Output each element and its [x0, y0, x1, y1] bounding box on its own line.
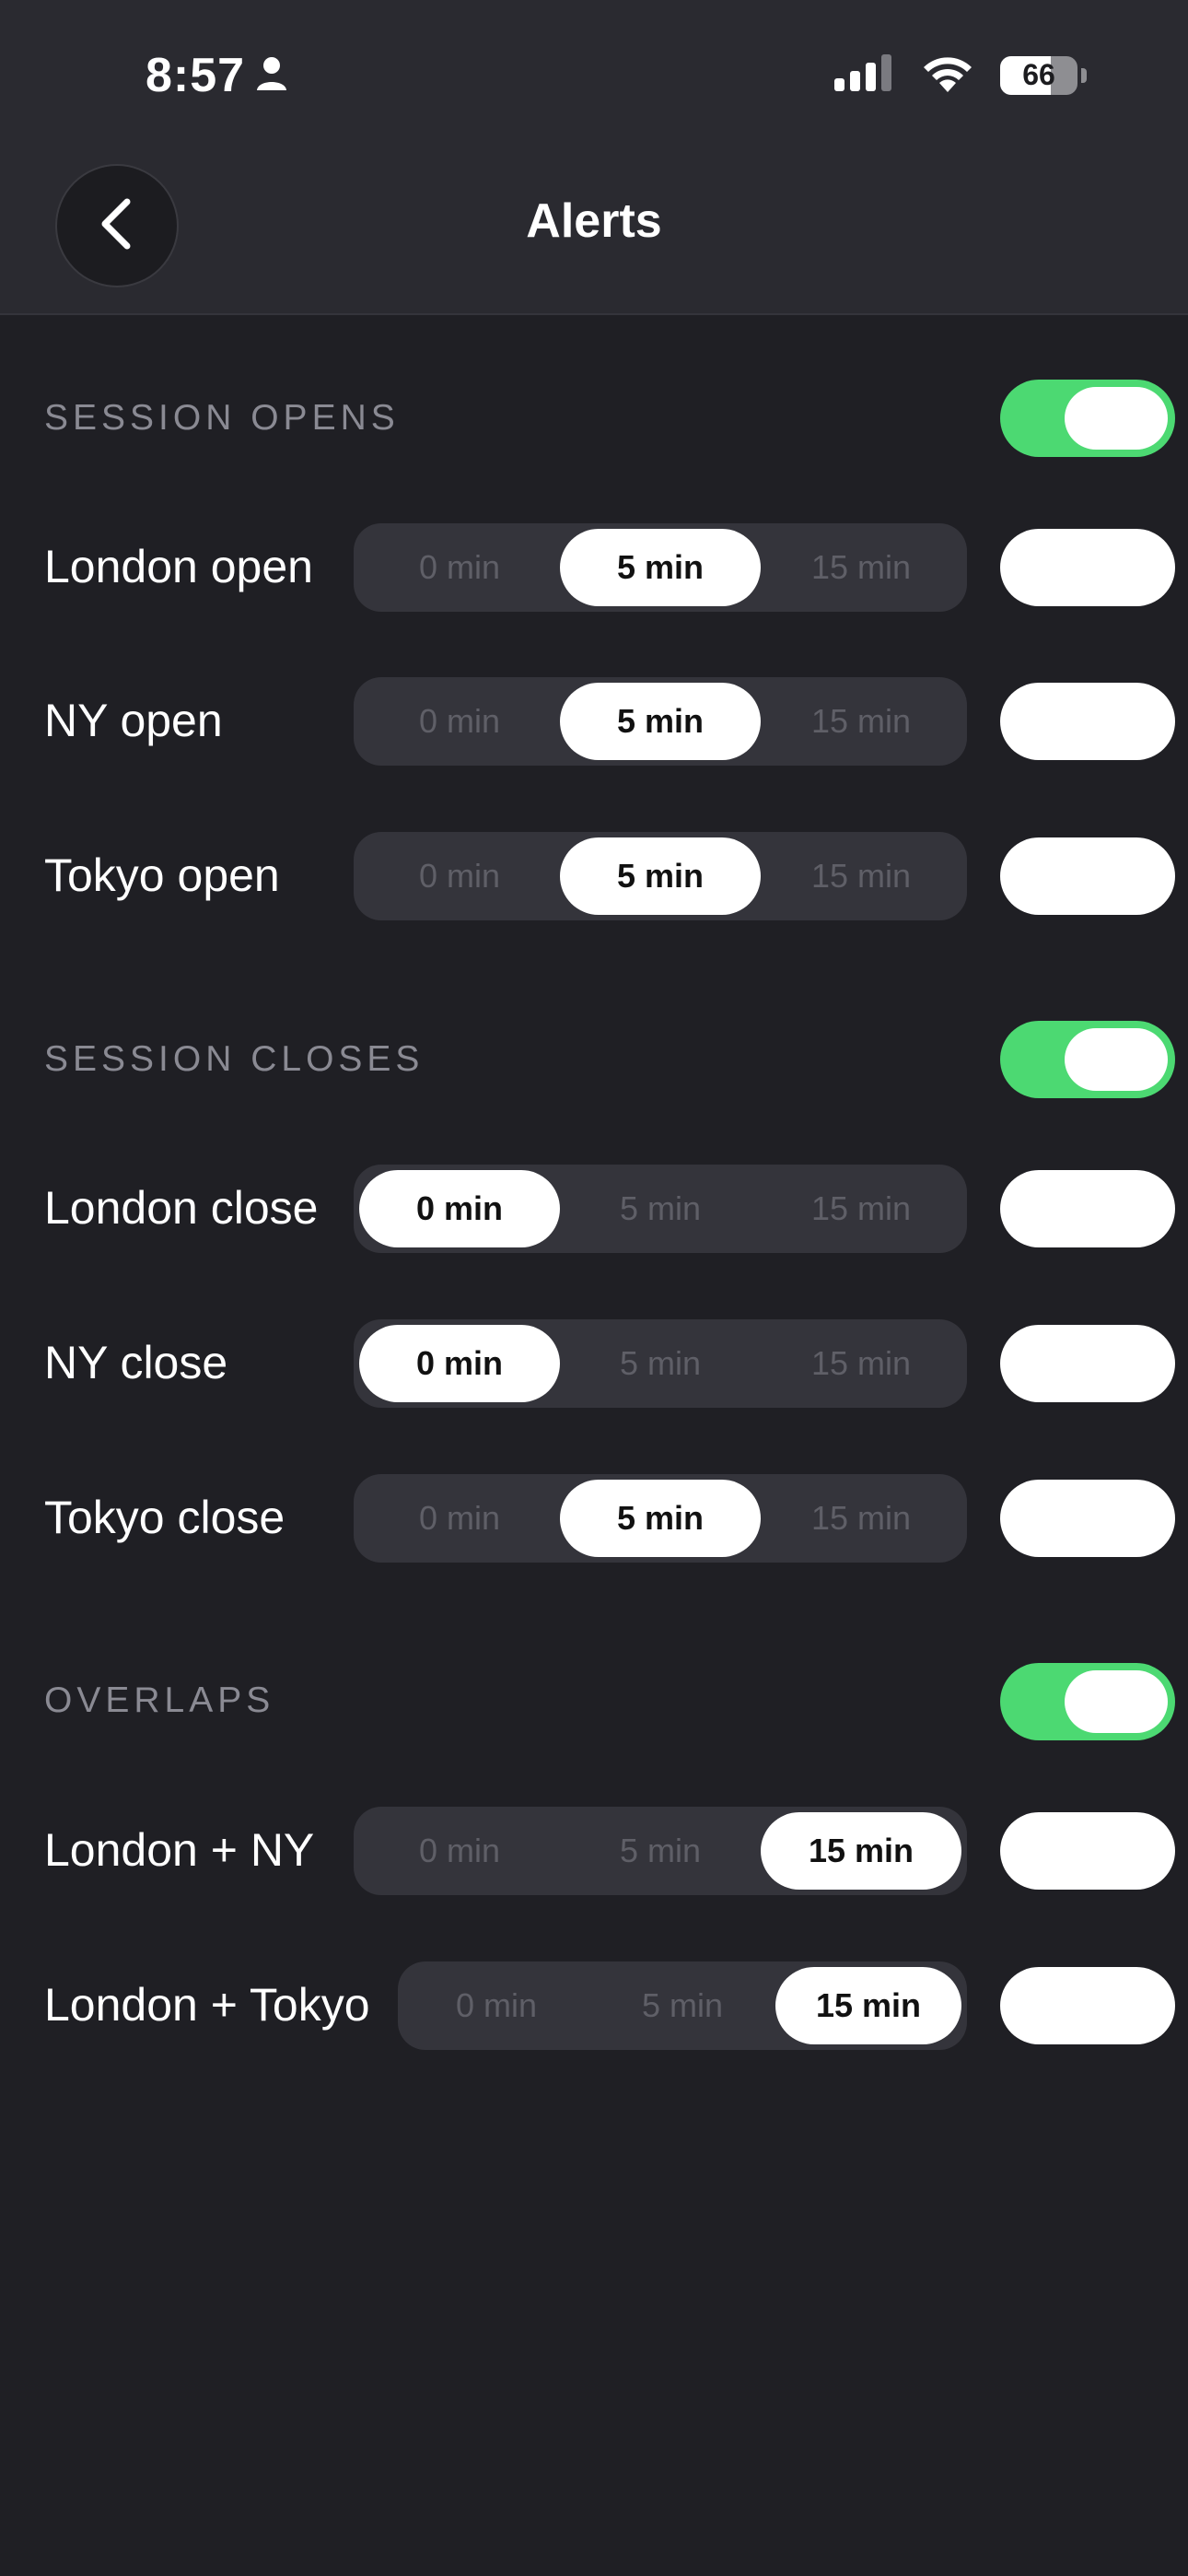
segment-option[interactable]: 5 min [560, 1325, 761, 1402]
lead-time-segmented-control: 0 min 5 min 15 min [398, 1961, 967, 2050]
section-header: SESSION OPENS [44, 398, 400, 438]
row-label: NY close [44, 1337, 228, 1388]
segment-option[interactable]: 0 min [359, 1325, 560, 1402]
segment-option[interactable]: 5 min [560, 837, 761, 915]
row-label: London + Tokyo [44, 1979, 370, 2031]
lead-time-segmented-control: 0 min 5 min 15 min [354, 677, 967, 766]
segment-option[interactable]: 0 min [359, 1812, 560, 1890]
lead-time-segmented-control: 0 min 5 min 15 min [354, 1474, 967, 1563]
cellular-signal-icon [834, 54, 895, 96]
lead-time-segmented-control: 0 min 5 min 15 min [354, 1319, 967, 1408]
section-header: SESSION CLOSES [44, 1039, 425, 1079]
status-time: 8:57 [146, 48, 287, 103]
segment-option[interactable]: 5 min [560, 529, 761, 606]
segment-option[interactable]: 5 min [560, 1170, 761, 1247]
row-label: London close [44, 1182, 319, 1234]
row-toggle[interactable] [1000, 683, 1175, 760]
row-label: London + NY [44, 1824, 315, 1876]
segment-option[interactable]: 5 min [560, 683, 761, 760]
row-toggle[interactable] [1000, 1480, 1175, 1557]
status-right: 66 [834, 53, 1087, 97]
segment-option[interactable]: 0 min [359, 837, 560, 915]
section-header: OVERLAPS [44, 1680, 275, 1720]
row-toggle[interactable] [1000, 1325, 1175, 1402]
battery-percent: 66 [1022, 58, 1055, 91]
segment-option[interactable]: 0 min [403, 1967, 589, 2044]
person-icon [256, 48, 287, 103]
row-toggle[interactable] [1000, 1812, 1175, 1890]
battery-tip [1081, 67, 1087, 83]
row-label: NY open [44, 695, 223, 746]
section-toggle[interactable] [1000, 1021, 1175, 1098]
segment-option[interactable]: 15 min [761, 529, 961, 606]
lead-time-segmented-control: 0 min 5 min 15 min [354, 1165, 967, 1253]
row-label: Tokyo close [44, 1492, 285, 1543]
segment-option[interactable]: 15 min [761, 1325, 961, 1402]
segment-option[interactable]: 5 min [560, 1812, 761, 1890]
row-toggle[interactable] [1000, 1967, 1175, 2044]
toggle-knob [1065, 387, 1168, 450]
row-label: London open [44, 541, 313, 592]
segment-option[interactable]: 0 min [359, 529, 560, 606]
segment-option[interactable]: 5 min [589, 1967, 775, 2044]
wifi-icon [921, 53, 974, 97]
section-toggle[interactable] [1000, 1663, 1175, 1740]
top-bar: 8:57 66 Alerts [0, 0, 1188, 315]
segment-option[interactable]: 15 min [761, 683, 961, 760]
segment-option[interactable]: 15 min [775, 1967, 961, 2044]
segment-option[interactable]: 15 min [761, 837, 961, 915]
row-toggle[interactable] [1000, 837, 1175, 915]
page-title: Alerts [526, 194, 662, 248]
segment-option[interactable]: 15 min [761, 1480, 961, 1557]
segment-option[interactable]: 0 min [359, 1480, 560, 1557]
segment-option[interactable]: 15 min [761, 1812, 961, 1890]
row-toggle[interactable] [1000, 529, 1175, 606]
lead-time-segmented-control: 0 min 5 min 15 min [354, 1807, 967, 1895]
segment-option[interactable]: 0 min [359, 1170, 560, 1247]
battery-indicator: 66 [1000, 55, 1077, 95]
lead-time-segmented-control: 0 min 5 min 15 min [354, 832, 967, 920]
row-label: Tokyo open [44, 849, 280, 901]
toggle-knob [1065, 1028, 1168, 1091]
lead-time-segmented-control: 0 min 5 min 15 min [354, 523, 967, 612]
segment-option[interactable]: 15 min [761, 1170, 961, 1247]
row-toggle[interactable] [1000, 1170, 1175, 1247]
section-toggle[interactable] [1000, 380, 1175, 457]
status-time-text: 8:57 [146, 49, 246, 102]
segment-option[interactable]: 0 min [359, 683, 560, 760]
segment-option[interactable]: 5 min [560, 1480, 761, 1557]
toggle-knob [1065, 1670, 1168, 1733]
